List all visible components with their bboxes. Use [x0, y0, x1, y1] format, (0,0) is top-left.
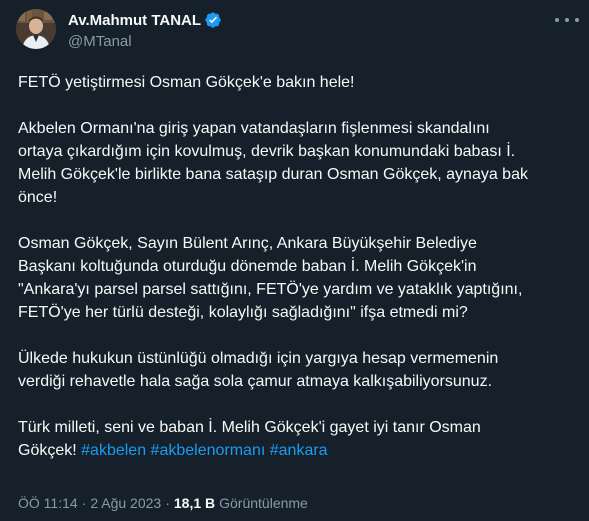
avatar[interactable] [16, 9, 56, 49]
meta-separator: · [81, 495, 87, 511]
author-name[interactable]: Av.Mahmut TANAL [68, 12, 201, 29]
tweet-meta: ÖÖ 11:14 · 2 Ağu 2023 · 18,1 B Görüntüle… [18, 495, 308, 511]
tweet-paragraph: Akbelen Ormanı'na giriş yapan vatandaşla… [18, 120, 528, 206]
tweet-paragraph: FETÖ yetiştirmesi Osman Gökçek'e bakın h… [18, 74, 355, 91]
hashtag-ankara[interactable]: #ankara [270, 442, 328, 459]
tweet-paragraph: Osman Gökçek, Sayın Bülent Arınç, Ankara… [18, 235, 523, 321]
author-info: Av.Mahmut TANAL @MTanal [68, 10, 222, 52]
more-dot-icon [555, 18, 559, 22]
avatar-image [16, 9, 56, 49]
tweet-date[interactable]: 2 Ağu 2023 [90, 495, 161, 511]
more-dot-icon [575, 18, 579, 22]
more-options-icon[interactable] [555, 10, 579, 30]
more-dot-icon [565, 18, 569, 22]
hashtag-akbelen[interactable]: #akbelen [81, 442, 146, 459]
verified-badge-icon[interactable] [204, 11, 222, 29]
tweet-text: FETÖ yetiştirmesi Osman Gökçek'e bakın h… [18, 71, 538, 462]
tweet: Av.Mahmut TANAL @MTanal FETÖ yetiştirmes… [0, 0, 589, 521]
hashtag-akbelenormani[interactable]: #akbelenormanı [151, 442, 266, 459]
tweet-paragraph: Ülkede hukukun üstünlüğü olmadığı için y… [18, 350, 499, 390]
tweet-paragraph-last: Türk milleti, seni ve baban İ. Melih Gök… [18, 416, 538, 462]
views-label: Görüntülenme [219, 495, 308, 511]
tweet-time[interactable]: ÖÖ 11:14 [18, 495, 78, 511]
meta-separator: · [165, 495, 170, 511]
author-name-row: Av.Mahmut TANAL [68, 10, 222, 30]
views-count: 18,1 B [173, 495, 216, 511]
author-handle[interactable]: @MTanal [68, 32, 222, 52]
